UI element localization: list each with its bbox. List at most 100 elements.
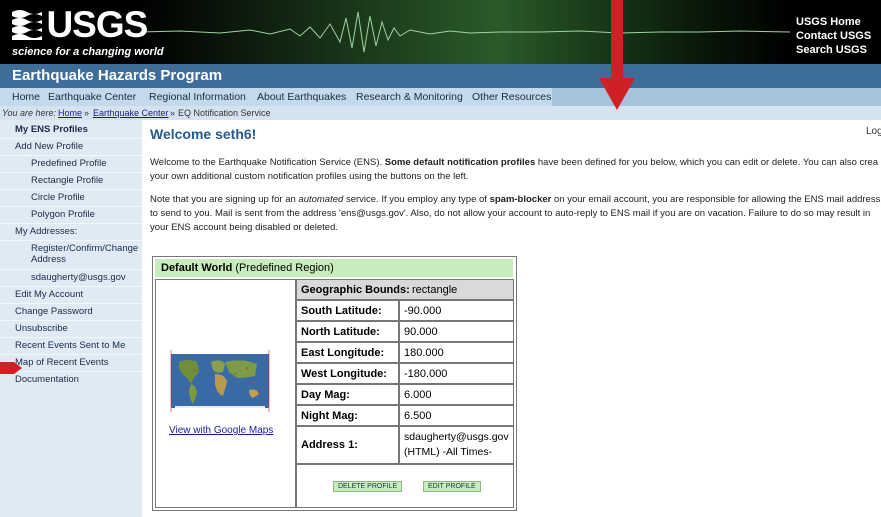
sidebar-divider <box>0 223 142 224</box>
notice-text: service. If you employ any type of <box>343 194 490 205</box>
sidebar-item-circle-profile[interactable]: Circle Profile <box>31 192 85 203</box>
sidebar-item-rectangle-profile[interactable]: Rectangle Profile <box>31 175 103 186</box>
row-value-cell: 180.000 <box>399 342 514 363</box>
notice-emphasis: automated <box>298 194 344 205</box>
notice-text: Note that you are signing up for an <box>150 194 299 205</box>
sidebar-item-register-line2[interactable]: Address <box>31 254 66 265</box>
sidebar-divider <box>0 337 142 338</box>
sidebar-item-my-profiles[interactable]: My ENS Profiles <box>15 124 88 135</box>
profile-name: Default World <box>161 262 233 274</box>
intro-text: your own additional custom notification … <box>150 171 469 182</box>
red-arrow-right-icon <box>0 362 22 374</box>
intro-text: Welcome to the Earthquake Notification S… <box>150 157 385 168</box>
logout-link[interactable]: Log <box>866 126 881 137</box>
google-maps-link[interactable]: View with Google Maps <box>169 425 273 436</box>
red-arrow-down-icon <box>599 0 635 110</box>
notice-text: your ENS account being disabled or delet… <box>150 222 339 233</box>
nav-about-earthquakes[interactable]: About Earthquakes <box>257 91 346 103</box>
usgs-home-link[interactable]: USGS Home <box>796 15 871 29</box>
nav-regional-information[interactable]: Regional Information <box>149 91 246 103</box>
sidebar-divider <box>0 138 142 139</box>
sidebar: My ENS Profiles Add New Profile Predefin… <box>0 120 142 517</box>
profile-type: (Predefined Region) <box>235 262 334 274</box>
sidebar-item-add-new-profile[interactable]: Add New Profile <box>15 141 83 152</box>
row-value-cell: -180.000 <box>399 363 514 384</box>
address-label: Address 1: <box>301 439 358 451</box>
breadcrumb: You are here: Home » Earthquake Center »… <box>0 106 881 120</box>
sidebar-divider <box>0 269 142 270</box>
delete-profile-button[interactable]: DELETE PROFILE <box>333 481 403 492</box>
address-value-cell: sdaugherty@usgs.gov (HTML) -All Times- <box>399 426 514 464</box>
breadcrumb-earthquake-center[interactable]: Earthquake Center <box>93 108 169 118</box>
sidebar-item-predefined-profile[interactable]: Predefined Profile <box>31 158 107 169</box>
notice-paragraph: Note that you are signing up for an auto… <box>150 193 881 235</box>
nav-home[interactable]: Home <box>12 91 40 103</box>
page-title: Welcome seth6! <box>150 126 257 142</box>
sidebar-item-edit-account[interactable]: Edit My Account <box>15 289 83 300</box>
row-value: 6.000 <box>404 389 432 401</box>
actions-cell: DELETE PROFILE EDIT PROFILE <box>296 464 514 508</box>
sidebar-item-recent-events-sent[interactable]: Recent Events Sent to Me <box>15 340 125 351</box>
edit-profile-button[interactable]: EDIT PROFILE <box>423 481 481 492</box>
sidebar-divider <box>0 286 142 287</box>
row-label: Night Mag: <box>301 410 358 422</box>
row-label: North Latitude: <box>301 326 380 338</box>
nav-research-monitoring[interactable]: Research & Monitoring <box>356 91 463 103</box>
profile-name-wrap: Default World (Predefined Region) <box>161 262 334 274</box>
program-title: Earthquake Hazards Program <box>12 67 223 84</box>
row-label-cell: North Latitude: <box>296 321 399 342</box>
world-map-thumbnail[interactable] <box>165 348 275 414</box>
logo-text: USGS <box>46 4 148 45</box>
row-value: 90.000 <box>404 326 438 338</box>
row-label-cell: Night Mag: <box>296 405 399 426</box>
bounds-value: rectangle <box>412 284 458 296</box>
search-usgs-link[interactable]: Search USGS <box>796 43 871 57</box>
notice-emphasis: spam-blocker <box>489 194 552 205</box>
sidebar-item-change-password[interactable]: Change Password <box>15 306 93 317</box>
breadcrumb-home[interactable]: Home <box>58 108 82 118</box>
nav-other-resources[interactable]: Other Resources <box>472 91 551 103</box>
sidebar-divider <box>0 206 142 207</box>
contact-usgs-link[interactable]: Contact USGS <box>796 29 871 43</box>
address-line1: sdaugherty@usgs.gov <box>404 431 509 443</box>
sidebar-item-map-recent-events[interactable]: Map of Recent Events <box>15 357 108 368</box>
sidebar-divider <box>0 240 142 241</box>
sidebar-item-documentation[interactable]: Documentation <box>15 374 79 385</box>
row-value: 6.500 <box>404 410 432 422</box>
row-label: East Longitude: <box>301 347 385 359</box>
usgs-wave-icon <box>12 10 42 40</box>
breadcrumb-sep: » <box>170 108 176 118</box>
row-label-cell: West Longitude: <box>296 363 399 384</box>
row-value: -180.000 <box>404 368 448 380</box>
bounds-label: Geographic Bounds: <box>301 284 410 296</box>
row-value-cell: 90.000 <box>399 321 514 342</box>
quick-links: USGS Home Contact USGS Search USGS <box>796 15 871 57</box>
address-label-cell: Address 1: <box>296 426 399 464</box>
sidebar-item-email-address[interactable]: sdaugherty@usgs.gov <box>31 272 126 283</box>
sidebar-divider <box>0 172 142 173</box>
row-label: South Latitude: <box>301 305 382 317</box>
usgs-banner: USGS science for a changing world USGS H… <box>0 0 881 64</box>
top-nav: Home Earthquake Center Regional Informat… <box>0 88 881 106</box>
sidebar-item-unsubscribe[interactable]: Unsubscribe <box>15 323 68 334</box>
row-label: Day Mag: <box>301 389 350 401</box>
sidebar-item-register-line1[interactable]: Register/Confirm/Change <box>31 243 138 254</box>
sidebar-divider <box>0 303 142 304</box>
row-value: -90.000 <box>404 305 442 317</box>
breadcrumb-center-wrap: Earthquake Center <box>93 108 169 118</box>
notice-text: on your email account, you are responsib… <box>551 194 881 205</box>
usgs-logo[interactable]: USGS <box>12 4 148 45</box>
nav-earthquake-center[interactable]: Earthquake Center <box>48 91 136 103</box>
notice-text: to send to you. Mail is sent from the ad… <box>150 208 871 219</box>
breadcrumb-prefix: You are here: <box>2 108 57 118</box>
sidebar-divider <box>0 189 142 190</box>
row-label-cell: East Longitude: <box>296 342 399 363</box>
intro-paragraph: Welcome to the Earthquake Notification S… <box>150 156 881 184</box>
program-title-bar: Earthquake Hazards Program <box>0 64 881 88</box>
intro-text: have been defined for you below, which y… <box>535 157 878 168</box>
sidebar-divider <box>0 155 142 156</box>
sidebar-item-polygon-profile[interactable]: Polygon Profile <box>31 209 95 220</box>
sidebar-divider <box>0 320 142 321</box>
row-value-cell: 6.500 <box>399 405 514 426</box>
row-label: West Longitude: <box>301 368 387 380</box>
